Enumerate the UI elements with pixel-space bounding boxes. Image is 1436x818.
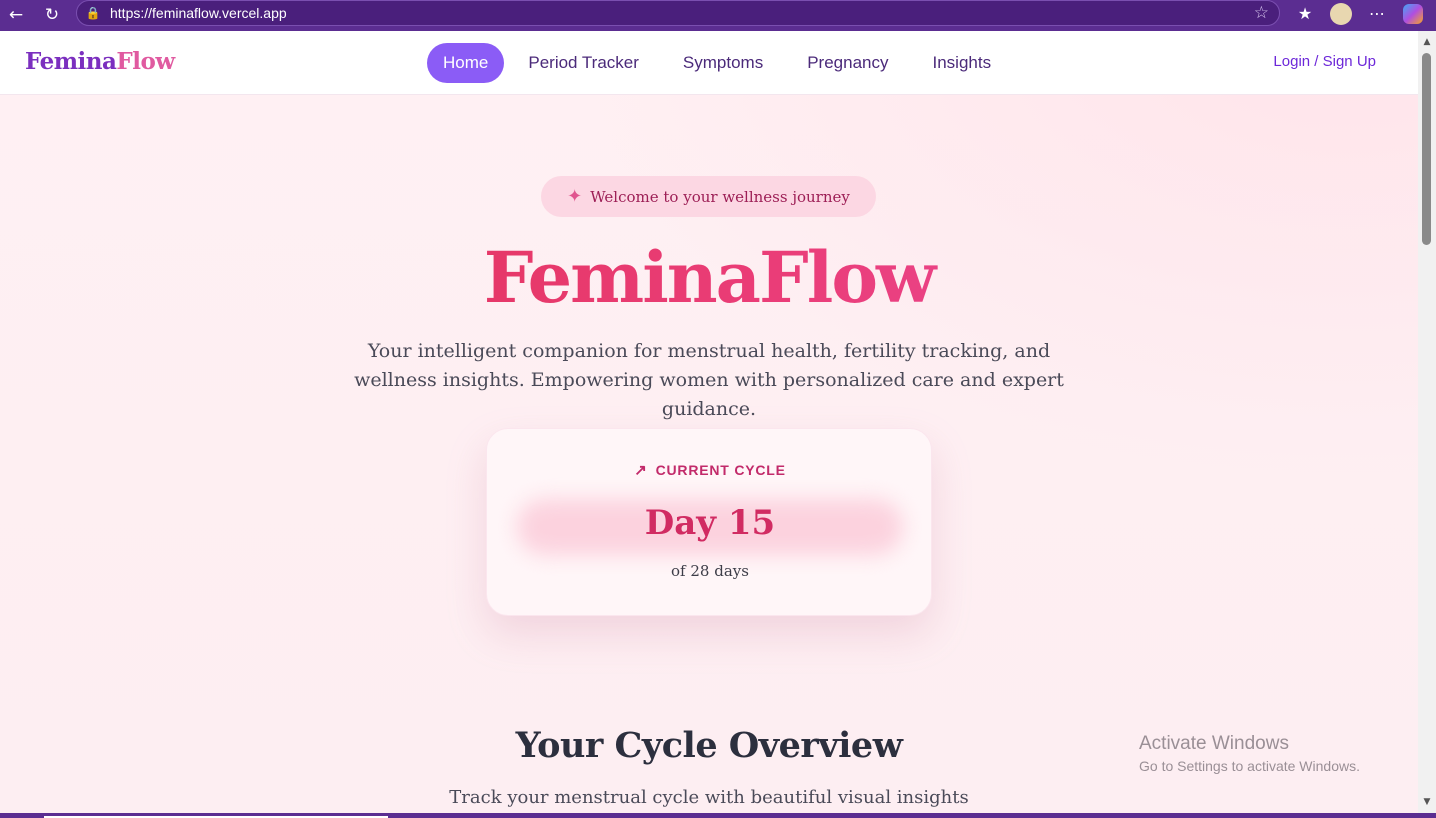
- copilot-icon[interactable]: [1400, 2, 1426, 26]
- brand-logo[interactable]: FeminaFlow: [25, 48, 175, 75]
- welcome-badge: ✦ Welcome to your wellness journey: [541, 176, 876, 217]
- sparkles-icon: ✦: [567, 186, 583, 207]
- hero-title: FeminaFlow: [0, 236, 1418, 319]
- welcome-badge-text: Welcome to your wellness journey: [590, 187, 850, 206]
- cycle-label: ↗ CURRENT CYCLE: [487, 461, 933, 479]
- cycle-day: Day 15: [644, 503, 776, 543]
- site-navbar: FeminaFlow Home Period Tracker Symptoms …: [0, 31, 1418, 95]
- trending-up-icon: ↗: [634, 462, 648, 479]
- nav-link-period-tracker[interactable]: Period Tracker: [508, 43, 659, 83]
- bottom-border: [0, 813, 1436, 818]
- login-signup-link[interactable]: Login / Sign Up: [1273, 53, 1376, 70]
- cycle-label-text: CURRENT CYCLE: [655, 462, 786, 478]
- nav-link-pregnancy[interactable]: Pregnancy: [787, 43, 908, 83]
- current-cycle-card: ↗ CURRENT CYCLE Day 15 of 28 days: [486, 428, 932, 616]
- hero-subtitle: Your intelligent companion for menstrual…: [354, 340, 1064, 420]
- scroll-up-icon[interactable]: ▲: [1418, 35, 1436, 49]
- cycle-length: of 28 days: [671, 562, 749, 580]
- star-icon[interactable]: ☆: [1254, 3, 1269, 23]
- reload-icon[interactable]: ↻: [40, 3, 64, 27]
- scrollbar-thumb[interactable]: [1422, 53, 1431, 245]
- nav-link-insights[interactable]: Insights: [912, 43, 1011, 83]
- brand-text-flow[interactable]: Flow: [116, 48, 175, 75]
- overview-subtitle: Track your menstrual cycle with beautifu…: [449, 787, 969, 808]
- page-viewport: FeminaFlow Home Period Tracker Symptoms …: [0, 31, 1418, 813]
- browser-toolbar: ← ↻ 🔒 https://feminaflow.vercel.app ☆ ★ …: [0, 0, 1436, 31]
- brand-text-femina[interactable]: Femina: [25, 48, 117, 75]
- profile-avatar[interactable]: [1328, 2, 1354, 26]
- page-scrollbar[interactable]: ▲ ▼: [1418, 31, 1436, 813]
- nav-link-symptoms[interactable]: Symptoms: [663, 43, 783, 83]
- scroll-down-icon[interactable]: ▼: [1418, 795, 1436, 809]
- lock-icon[interactable]: 🔒: [85, 5, 101, 21]
- windows-activation-notice: Activate Windows Go to Settings to activ…: [1139, 733, 1360, 774]
- url-text[interactable]: https://feminaflow.vercel.app: [110, 5, 287, 21]
- more-options-icon[interactable]: ⋯: [1364, 2, 1390, 26]
- favorites-icon[interactable]: ★: [1292, 2, 1318, 26]
- nav-link-home[interactable]: Home: [427, 43, 505, 83]
- activation-title: Activate Windows: [1139, 733, 1289, 754]
- activation-subtitle: Go to Settings to activate Windows.: [1139, 758, 1360, 774]
- back-arrow-icon[interactable]: ←: [4, 3, 28, 27]
- address-bar[interactable]: 🔒 https://feminaflow.vercel.app ☆: [76, 0, 1280, 26]
- nav-links: Home Period Tracker Symptoms Pregnancy I…: [427, 43, 1011, 83]
